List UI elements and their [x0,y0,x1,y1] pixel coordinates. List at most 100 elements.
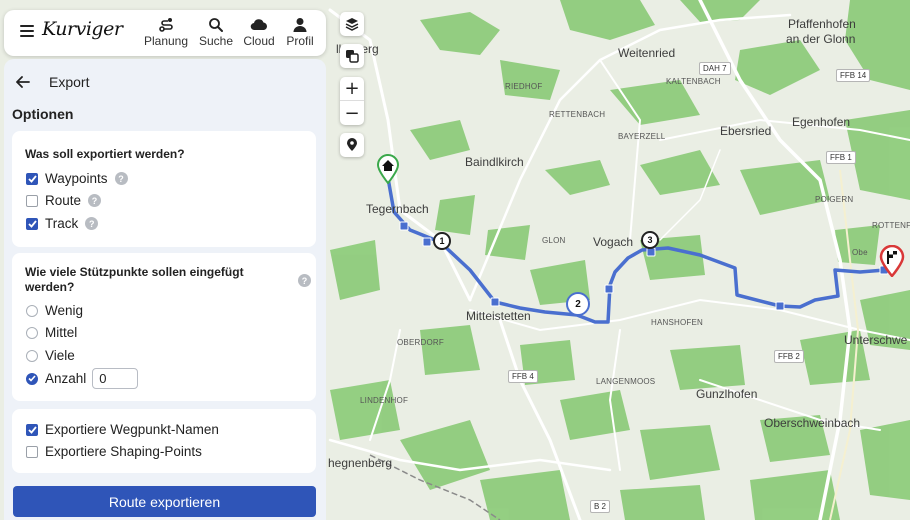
locate-button[interactable] [340,133,364,157]
road-sign: FFB 2 [774,350,804,363]
map-label: Tegernbach [366,202,429,216]
app-logo[interactable]: Kurviger [42,18,123,40]
option-track[interactable]: Track ? [26,216,99,231]
layers-button[interactable] [340,12,364,36]
road-sign: FFB 4 [508,370,538,383]
map-label: Obe [852,248,868,257]
points-question: Wie viele Stützpunkte sollen eingefügt w… [25,265,244,294]
panel-header: Export [4,59,326,103]
road-sign: B 2 [590,500,611,513]
mittel-radio[interactable] [26,326,38,339]
menu-icon[interactable] [20,25,34,39]
option-viele[interactable]: Viele [26,348,75,363]
waypoint-marker-1[interactable]: 1 [433,232,451,250]
road-sign: FFB 14 [836,69,871,82]
waypoints-label: Waypoints [45,171,108,186]
help-icon[interactable]: ? [88,194,102,207]
map-label: RETTENBACH [549,110,606,119]
map-label: GLON [542,236,566,245]
help-icon[interactable]: ? [114,172,128,185]
nav-cloud[interactable]: Cloud [240,16,278,48]
plus-icon: + [344,78,360,99]
option-waypoints[interactable]: Waypoints ? [26,171,128,186]
user-icon [293,18,307,32]
map-label: KALTENBACH [666,77,721,86]
back-arrow-icon[interactable] [16,73,30,92]
map-label: ROTTENFUL [872,221,910,230]
option-anzahl[interactable]: Anzahl [26,368,139,389]
shaping-points-label: Exportiere Shaping-Points [45,444,202,459]
nav-search[interactable]: Suche [197,16,235,48]
map-label: Weitenried [618,46,676,60]
search-icon [209,18,223,32]
extra-options-card: Exportiere Wegpunkt-Namen Exportiere Sha… [12,409,316,473]
map-label: Gunzlhofen [696,387,758,401]
layers-icon [345,18,359,31]
nav-planning-label: Planung [143,34,189,48]
map-label: BAYERZELL [618,132,666,141]
wenig-label: Wenig [45,303,84,318]
waypoint-number: 3 [647,235,653,245]
option-shaping-points[interactable]: Exportiere Shaping-Points [26,444,202,459]
section-title: Optionen [12,106,74,122]
copy-layers-icon [346,50,359,63]
option-wenig[interactable]: Wenig [26,303,83,318]
map-label: LANGENMOOS [596,377,656,386]
option-waypoint-names[interactable]: Exportiere Wegpunkt-Namen [26,422,219,437]
map-label: POIGERN [815,195,854,204]
waypoint-marker-3[interactable]: 3 [641,231,659,249]
mittel-label: Mittel [45,325,78,340]
export-type-card: Was soll exportiert werden? Waypoints ? … [12,131,316,247]
zoom-out-button[interactable]: − [340,101,364,125]
map-label: Mitteistetten [466,309,531,323]
map-label: RIEDHOF [505,82,543,91]
help-icon[interactable]: ? [85,217,99,230]
map-label: LINDENHOF [360,396,409,405]
map-label: hegnenberg [328,456,393,470]
waypoint-number: 2 [575,298,581,310]
viele-radio[interactable] [26,349,38,362]
overlay-button[interactable] [340,44,364,68]
map-label: Vogach [593,235,634,249]
end-marker[interactable] [879,244,905,278]
map-label: Ebersried [720,124,772,138]
location-pin-icon [347,138,357,151]
anzahl-radio[interactable] [26,372,38,385]
map-label: Pfaffenhofen [788,17,856,31]
nav-profile-label: Profil [286,34,314,48]
map-label: Baindlkirch [465,155,524,169]
map-label: an der Glonn [786,32,856,46]
anzahl-input[interactable] [92,368,139,389]
minus-icon: − [344,102,360,124]
track-checkbox[interactable] [26,217,38,230]
viele-label: Viele [45,348,75,363]
start-marker[interactable] [376,154,400,185]
export-question: Was soll exportiert werden? [25,147,185,161]
map-label: HANSHOFEN [651,318,704,327]
road-sign: FFB 1 [826,151,856,164]
finish-flag-icon [879,244,905,278]
wenig-radio[interactable] [26,304,38,317]
map-label: Oberschweinbach [764,416,861,430]
waypoints-checkbox[interactable] [26,172,38,185]
shaping-points-checkbox[interactable] [26,445,38,458]
zoom-in-button[interactable]: + [340,77,364,101]
help-icon[interactable]: ? [298,274,311,287]
route-checkbox[interactable] [26,194,38,207]
nav-planning[interactable]: Planung [143,16,189,48]
panel-title: Export [49,74,90,90]
waypoint-names-label: Exportiere Wegpunkt-Namen [45,422,219,437]
option-mittel[interactable]: Mittel [26,325,77,340]
cloud-icon [250,19,267,31]
anzahl-label: Anzahl [45,371,87,386]
route-label: Route [45,193,82,208]
nav-cloud-label: Cloud [243,34,275,48]
waypoint-names-checkbox[interactable] [26,423,38,436]
map-label: Unterschwe [844,333,908,347]
export-route-button[interactable]: Route exportieren [13,486,316,517]
waypoint-marker-2[interactable]: 2 [566,292,590,316]
route-planning-icon [159,18,173,32]
nav-search-label: Suche [198,34,234,48]
option-route[interactable]: Route ? [26,193,102,208]
nav-profile[interactable]: Profil [283,16,317,48]
